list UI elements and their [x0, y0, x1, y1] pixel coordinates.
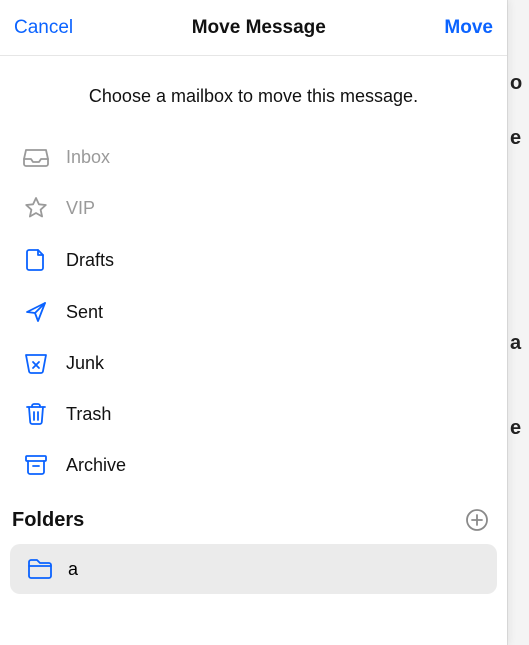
mailbox-label: Drafts: [66, 250, 114, 271]
mailbox-label: Sent: [66, 302, 103, 323]
folders-title: Folders: [12, 509, 84, 532]
page-title: Move Message: [192, 17, 326, 39]
background-content: o e a e: [507, 0, 529, 645]
folder-item-a[interactable]: a: [10, 544, 497, 594]
mailbox-vip: VIP: [0, 182, 507, 234]
bg-text-fragment: e: [508, 125, 529, 330]
trash-icon: [22, 402, 50, 426]
mailbox-archive[interactable]: Archive: [0, 440, 507, 490]
folder-label: a: [68, 559, 78, 580]
cancel-button[interactable]: Cancel: [14, 17, 73, 39]
prompt-text: Choose a mailbox to move this message.: [0, 56, 507, 133]
content-scroll[interactable]: Choose a mailbox to move this message. I…: [0, 56, 507, 645]
mailbox-sent[interactable]: Sent: [0, 286, 507, 338]
mailbox-trash[interactable]: Trash: [0, 388, 507, 440]
move-message-sheet: Cancel Move Message Move Choose a mailbo…: [0, 0, 507, 645]
junk-icon: [22, 352, 50, 374]
mailbox-drafts[interactable]: Drafts: [0, 234, 507, 286]
mailbox-label: Junk: [66, 353, 104, 374]
mailbox-label: Trash: [66, 404, 111, 425]
inbox-icon: [22, 148, 50, 168]
archive-icon: [22, 454, 50, 476]
mailbox-inbox: Inbox: [0, 133, 507, 182]
bg-text-fragment: a: [508, 330, 529, 415]
file-icon: [22, 248, 50, 272]
navbar: Cancel Move Message Move: [0, 0, 507, 56]
mailbox-list: Inbox VIP Drafts: [0, 133, 507, 490]
mailbox-label: Archive: [66, 455, 126, 476]
move-button[interactable]: Move: [444, 17, 493, 39]
plus-circle-icon: [465, 508, 489, 532]
star-icon: [22, 196, 50, 220]
mailbox-label: Inbox: [66, 147, 110, 168]
send-icon: [22, 300, 50, 324]
bg-text-fragment: o: [508, 70, 529, 125]
bg-text-fragment: e: [508, 415, 529, 470]
mailbox-label: VIP: [66, 198, 95, 219]
mailbox-junk[interactable]: Junk: [0, 338, 507, 388]
folders-section-header: Folders: [0, 490, 507, 542]
add-folder-button[interactable]: [465, 508, 489, 532]
folder-icon: [26, 558, 54, 580]
